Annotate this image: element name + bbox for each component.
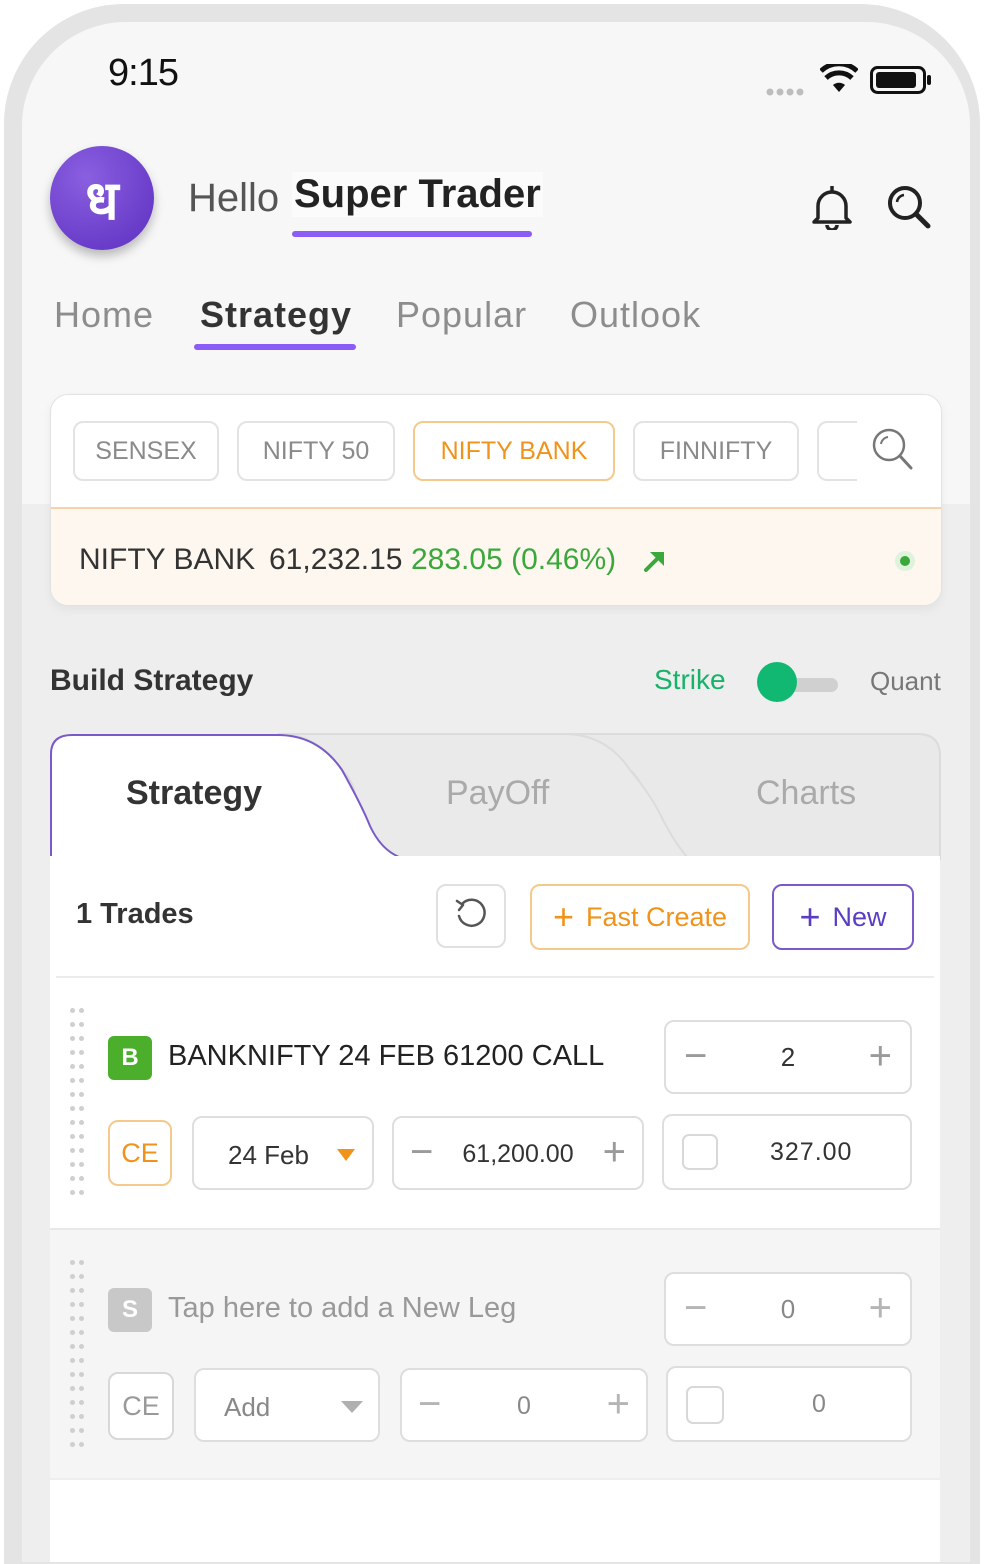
- plus-icon[interactable]: +: [603, 1132, 626, 1172]
- index-ticker: NIFTY BANK 61,232.15 283.05 (0.46%): [51, 507, 941, 605]
- strike-stepper: − 0 +: [400, 1368, 648, 1442]
- new-label: New: [832, 901, 887, 932]
- app-logo-avatar[interactable]: ध: [50, 146, 154, 250]
- signal-icon: [766, 84, 810, 102]
- search-icon[interactable]: [886, 184, 932, 235]
- buy-badge[interactable]: B: [108, 1036, 152, 1080]
- ticker-price: 61,232.15: [269, 543, 403, 576]
- sell-badge[interactable]: S: [108, 1288, 152, 1332]
- live-indicator-icon: [895, 551, 915, 571]
- battery-icon: [870, 66, 932, 99]
- reset-button[interactable]: [436, 884, 506, 948]
- plus-icon: +: [552, 896, 574, 937]
- lots-stepper: − 2 +: [664, 1020, 912, 1094]
- toggle-quant-label[interactable]: Quant: [870, 666, 941, 697]
- phone-frame: 9:15 ध Hello Super Trader Home Strategy …: [4, 4, 980, 1564]
- build-tab-payoff[interactable]: PayOff: [446, 774, 549, 813]
- fast-create-button[interactable]: + Fast Create: [530, 884, 750, 950]
- dropdown-arrow-icon: [340, 1400, 364, 1419]
- status-time: 9:15: [108, 52, 179, 94]
- lots-stepper: − 0 +: [664, 1272, 912, 1346]
- plus-icon[interactable]: +: [869, 1036, 892, 1076]
- leg-drag-handle[interactable]: [68, 1008, 86, 1204]
- expiry-select[interactable]: 24 Feb: [192, 1116, 374, 1190]
- premium-field: 0: [666, 1366, 912, 1442]
- plus-icon[interactable]: +: [869, 1288, 892, 1328]
- index-selector-card: SENSEX NIFTY 50 NIFTY BANK FINNIFTY NIFT…: [50, 394, 942, 606]
- premium-value[interactable]: 0: [812, 1390, 826, 1419]
- tab-outlook[interactable]: Outlook: [570, 294, 701, 336]
- active-tab-indicator: [194, 344, 356, 350]
- trades-count: 1 Trades: [76, 898, 194, 930]
- premium-checkbox[interactable]: [686, 1386, 724, 1424]
- ticker-change: 283.05 (0.46%): [411, 543, 617, 576]
- new-leg-row: [50, 1230, 940, 1480]
- tab-strategy[interactable]: Strategy: [200, 294, 352, 336]
- tab-popular[interactable]: Popular: [396, 294, 527, 336]
- chip-nifty-50[interactable]: NIFTY 50: [237, 421, 395, 481]
- expiry-select[interactable]: Add: [194, 1368, 380, 1442]
- premium-value[interactable]: 327.00: [770, 1138, 852, 1167]
- strike-stepper: − 61,200.00 +: [392, 1116, 644, 1190]
- premium-checkbox[interactable]: [682, 1134, 718, 1170]
- chip-more-partial[interactable]: [817, 421, 857, 481]
- chip-sensex[interactable]: SENSEX: [73, 421, 219, 481]
- build-tab-strategy[interactable]: Strategy: [126, 774, 262, 813]
- tab-home[interactable]: Home: [54, 294, 154, 336]
- fast-create-label: Fast Create: [585, 901, 728, 932]
- plus-icon[interactable]: +: [607, 1384, 630, 1424]
- build-strategy-title: Build Strategy: [50, 664, 254, 697]
- app-screen: 9:15 ध Hello Super Trader Home Strategy …: [22, 22, 970, 1562]
- index-search-icon[interactable]: [871, 427, 913, 476]
- option-type-ce[interactable]: CE: [108, 1372, 174, 1440]
- ticker-name: NIFTY BANK: [79, 543, 256, 576]
- bell-icon[interactable]: [810, 184, 854, 235]
- plus-icon: +: [799, 896, 821, 937]
- chip-nifty-bank[interactable]: NIFTY BANK: [413, 421, 615, 481]
- user-name: Super Trader: [292, 172, 543, 217]
- divider: [56, 976, 934, 978]
- premium-field: 327.00: [662, 1114, 912, 1190]
- trend-up-arrow-icon: [641, 547, 669, 580]
- toggle-knob[interactable]: [757, 662, 797, 702]
- expiry-value: 24 Feb: [228, 1140, 309, 1170]
- leg-title: BANKNIFTY 24 FEB 61200 CALL: [168, 1040, 605, 1072]
- divider: [50, 1478, 940, 1480]
- toggle-strike-label[interactable]: Strike: [654, 664, 726, 696]
- undo-icon: [453, 895, 489, 938]
- chip-finnifty[interactable]: FINNIFTY: [633, 421, 799, 481]
- option-type-ce[interactable]: CE: [108, 1120, 172, 1186]
- leg-drag-handle[interactable]: [68, 1260, 86, 1456]
- divider: [50, 1228, 940, 1230]
- user-name-underline: [292, 231, 532, 237]
- wifi-icon: [819, 61, 859, 99]
- expiry-placeholder: Add: [224, 1392, 271, 1422]
- add-leg-prompt[interactable]: Tap here to add a New Leg: [168, 1292, 516, 1325]
- new-leg-button[interactable]: + New: [772, 884, 914, 950]
- greeting-text: Hello: [188, 176, 280, 220]
- build-tab-charts[interactable]: Charts: [756, 774, 856, 813]
- dropdown-arrow-icon: [336, 1148, 356, 1167]
